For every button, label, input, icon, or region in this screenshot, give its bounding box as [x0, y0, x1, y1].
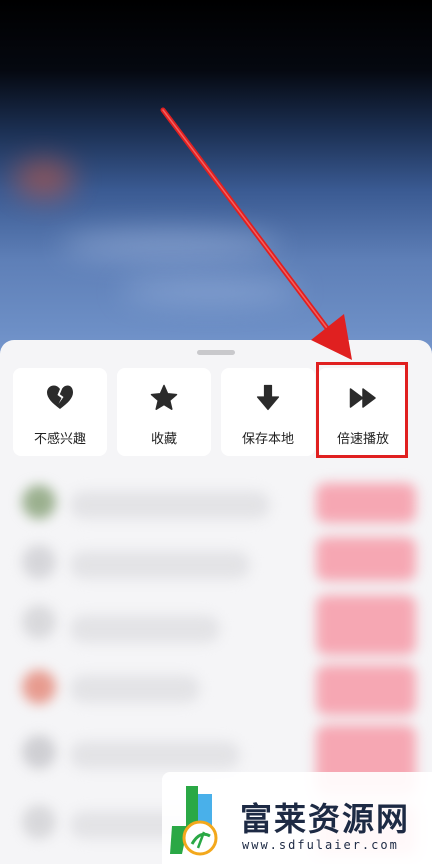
blurred-list-row [70, 741, 240, 769]
not-interested-button[interactable]: 不感兴趣 [13, 368, 107, 456]
blurred-pink-button [316, 537, 416, 581]
favorite-button[interactable]: 收藏 [117, 368, 211, 456]
blurred-list-row [70, 491, 270, 519]
blurred-video-detail [60, 230, 280, 260]
download-arrow-icon [256, 384, 280, 411]
star-icon [150, 384, 178, 410]
watermark-title: 富莱资源网 [240, 800, 411, 838]
save-local-label: 保存本地 [241, 432, 294, 447]
blurred-video-detail [14, 160, 74, 198]
video-background [0, 0, 432, 380]
blurred-avatar [22, 605, 56, 639]
blurred-avatar [22, 735, 56, 769]
blurred-list-row [70, 615, 220, 643]
blurred-list-row [70, 551, 250, 579]
blurred-pink-button [316, 665, 416, 715]
blurred-list-row [70, 675, 200, 703]
blurred-avatar [22, 545, 56, 579]
blurred-avatar [22, 485, 56, 519]
blurred-avatar [22, 805, 56, 839]
blurred-pink-button [316, 483, 416, 523]
site-logo-icon [170, 786, 218, 856]
watermark: 富莱资源网 www.sdfulaier.com [162, 772, 432, 864]
blurred-avatar [22, 670, 56, 704]
not-interested-label: 不感兴趣 [33, 432, 86, 447]
watermark-url: www.sdfulaier.com [242, 838, 399, 852]
blurred-pink-button [316, 595, 416, 655]
favorite-label: 收藏 [150, 432, 177, 447]
annotation-highlight-box [316, 362, 408, 458]
save-local-button[interactable]: 保存本地 [221, 368, 315, 456]
sheet-drag-handle[interactable] [197, 350, 235, 355]
blurred-video-detail [120, 280, 300, 302]
broken-heart-icon [47, 385, 73, 409]
